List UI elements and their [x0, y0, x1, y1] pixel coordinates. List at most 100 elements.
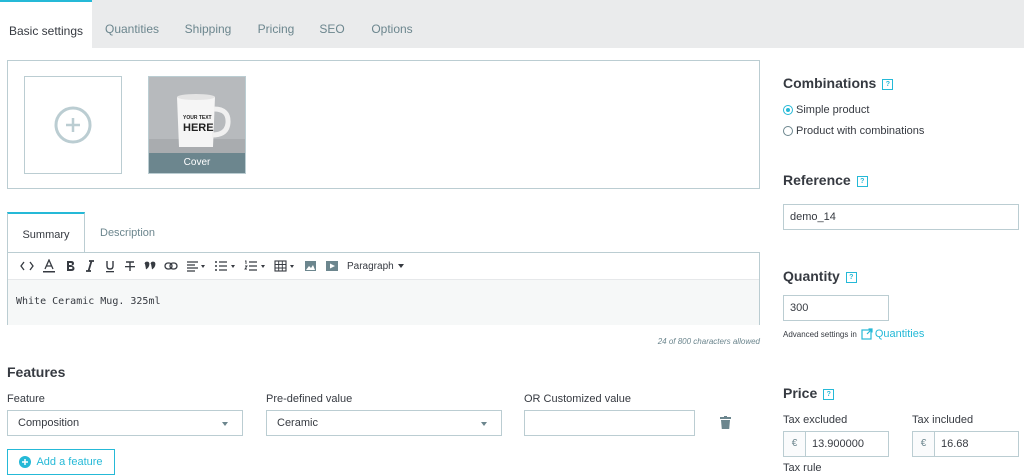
radio-unchecked-icon [783, 126, 793, 136]
tax-included-label: Tax included [912, 414, 974, 426]
caret-down-icon [222, 422, 228, 426]
underline-icon [106, 260, 114, 272]
add-feature-button[interactable]: Add a feature [7, 449, 115, 475]
external-link-icon [861, 328, 873, 340]
image-icon [305, 261, 316, 271]
price-tax-included-value: 16.68 [941, 438, 969, 450]
custom-value-label: OR Customized value [524, 393, 631, 405]
features-heading: Features [7, 364, 66, 380]
editor-content[interactable]: White Ceramic Mug. 325ml [8, 280, 759, 325]
predefined-value-select[interactable]: Ceramic [266, 410, 502, 436]
rich-text-editor: Paragraph White Ceramic Mug. 325ml [7, 252, 760, 325]
radio-simple-product-label: Simple product [796, 104, 870, 116]
paragraph-label: Paragraph [347, 260, 394, 272]
currency-symbol: € [913, 432, 935, 456]
quantity-input[interactable]: 300 [783, 295, 889, 321]
code-icon [20, 261, 34, 271]
strikethrough-icon [125, 261, 135, 271]
code-button[interactable] [16, 253, 38, 280]
radio-product-with-combinations[interactable]: Product with combinations [783, 125, 924, 137]
italic-icon [86, 260, 94, 272]
quantities-link[interactable]: Quantities [861, 328, 925, 340]
add-image-button[interactable] [24, 76, 122, 174]
quote-icon [144, 261, 156, 270]
radio-checked-icon [783, 105, 793, 115]
align-dropdown[interactable] [182, 253, 210, 280]
help-icon[interactable]: ? [882, 78, 894, 90]
tab-shipping[interactable]: Shipping [174, 0, 242, 48]
radio-simple-product[interactable]: Simple product [783, 104, 869, 116]
feature-select[interactable]: Composition [7, 410, 243, 436]
blockquote-button[interactable] [140, 253, 160, 280]
tab-options[interactable]: Options [360, 0, 424, 48]
tax-rule-label: Tax rule [783, 462, 822, 474]
tab-description[interactable]: Description [100, 212, 155, 252]
cover-label: Cover [149, 153, 245, 173]
paragraph-dropdown[interactable]: Paragraph [343, 253, 409, 280]
bullet-list-icon [215, 261, 235, 271]
text-color-button[interactable] [38, 253, 60, 280]
image-button[interactable] [300, 253, 321, 280]
advanced-settings: Advanced settings in Quantities [783, 328, 924, 340]
italic-button[interactable] [80, 253, 100, 280]
quantity-heading: Quantity? [783, 268, 857, 284]
mug-text-line1: YOUR TEXT [183, 115, 212, 121]
combinations-title: Combinations [783, 75, 877, 91]
table-dropdown[interactable] [270, 253, 300, 280]
delete-feature-button[interactable] [720, 416, 731, 432]
radio-combinations-label: Product with combinations [796, 125, 925, 137]
text-color-icon [43, 259, 55, 273]
tax-excluded-label: Tax excluded [783, 414, 848, 426]
add-feature-label: Add a feature [36, 456, 103, 468]
numbered-list-dropdown[interactable] [240, 253, 270, 280]
predefined-value-label: Pre-defined value [266, 393, 353, 405]
quantities-link-label: Quantities [874, 328, 925, 340]
strikethrough-button[interactable] [120, 253, 140, 280]
align-left-icon [187, 261, 205, 272]
price-heading: Price? [783, 385, 835, 401]
reference-input[interactable]: demo_14 [783, 204, 1019, 230]
plus-circle-icon [54, 106, 92, 144]
reference-title: Reference [783, 172, 851, 188]
predefined-select-value: Ceramic [277, 417, 318, 429]
link-button[interactable] [160, 253, 182, 280]
help-icon[interactable]: ? [845, 271, 857, 283]
caret-down-icon [397, 264, 404, 268]
product-tabbar: Basic settings Quantities Shipping Prici… [0, 0, 1024, 48]
feature-label: Feature [7, 393, 45, 405]
link-icon [164, 262, 178, 270]
quantity-title: Quantity [783, 268, 840, 284]
tab-seo[interactable]: SEO [310, 0, 354, 48]
custom-value-input[interactable] [524, 410, 695, 436]
media-icon [326, 261, 338, 271]
mug-image: YOUR TEXT HERE [149, 77, 245, 155]
price-title: Price [783, 385, 818, 401]
mug-text-line2: HERE [183, 122, 214, 134]
help-icon[interactable]: ? [856, 175, 868, 187]
feature-select-value: Composition [18, 417, 80, 429]
bold-button[interactable] [60, 253, 80, 280]
tab-quantities[interactable]: Quantities [94, 0, 170, 48]
caret-down-icon [481, 422, 487, 426]
tab-basic-settings[interactable]: Basic settings [0, 0, 92, 48]
currency-symbol: € [784, 432, 806, 456]
bullet-list-dropdown[interactable] [210, 253, 240, 280]
cover-image[interactable]: YOUR TEXT HERE Cover [148, 76, 246, 174]
editor-toolbar: Paragraph [8, 253, 759, 280]
underline-button[interactable] [100, 253, 120, 280]
image-gallery: YOUR TEXT HERE Cover [7, 60, 760, 189]
bold-icon [67, 261, 75, 271]
reference-heading: Reference? [783, 172, 868, 188]
tab-summary[interactable]: Summary [7, 212, 85, 252]
numbered-list-icon [244, 260, 265, 271]
combinations-heading: Combinations? [783, 75, 894, 91]
price-tax-excluded-input[interactable]: € 13.900000 [783, 431, 889, 457]
help-icon[interactable]: ? [823, 388, 835, 400]
price-tax-excluded-value: 13.900000 [812, 438, 864, 450]
trash-icon [720, 416, 731, 429]
media-button[interactable] [321, 253, 343, 280]
price-tax-included-input[interactable]: € 16.68 [912, 431, 1019, 457]
summary-editor: Summary Description Paragraph White Cera… [7, 212, 760, 325]
plus-circle-icon [19, 456, 32, 468]
tab-pricing[interactable]: Pricing [246, 0, 306, 48]
